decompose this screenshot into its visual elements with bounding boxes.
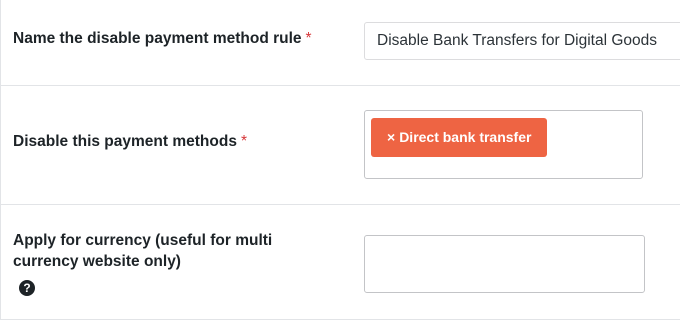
- rule-name-label: Name the disable payment method rule *: [13, 28, 312, 49]
- payment-methods-select[interactable]: × Direct bank transfer: [364, 110, 643, 179]
- payment-methods-row: Disable this payment methods * × Direct ba…: [1, 86, 680, 205]
- rule-name-label-text: Name the disable payment method rule: [13, 30, 302, 47]
- remove-tag-icon[interactable]: ×: [387, 129, 395, 145]
- help-icon[interactable]: ?: [19, 280, 35, 296]
- payment-methods-label: Disable this payment methods *: [13, 131, 247, 152]
- payment-methods-label-text: Disable this payment methods: [13, 133, 237, 150]
- currency-row: Apply for currency (useful for multi cur…: [1, 205, 680, 320]
- required-asterisk: *: [305, 30, 312, 47]
- required-asterisk: *: [240, 133, 247, 150]
- rule-name-input[interactable]: Disable Bank Transfers for Digital Goods: [364, 22, 680, 60]
- selected-payment-method-tag: × Direct bank transfer: [371, 118, 548, 157]
- currency-label: Apply for currency (useful for multi cur…: [13, 232, 273, 270]
- currency-select[interactable]: [364, 235, 645, 293]
- rule-name-row: Name the disable payment method rule * Di…: [1, 0, 680, 86]
- tag-label: Direct bank transfer: [399, 129, 532, 145]
- payment-rule-form: Name the disable payment method rule * Di…: [0, 0, 680, 320]
